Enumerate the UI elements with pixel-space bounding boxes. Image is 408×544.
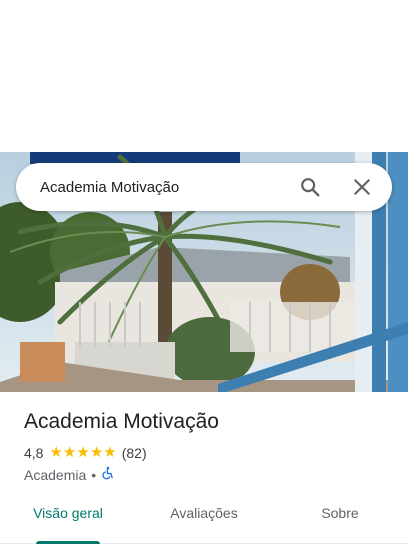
tab-overview-label: Visão geral (33, 505, 103, 521)
reviews-count: (82) (121, 445, 147, 461)
star-icon: ★ (103, 444, 117, 461)
star-icon: ★ (76, 444, 90, 461)
place-page: Academia Motivação Academia Motivação 4,… (0, 0, 408, 544)
star-icon: ★ (49, 444, 63, 461)
place-tabs: Visão geral Avaliações Sobre (0, 498, 408, 544)
category-row: Academia • (24, 466, 115, 483)
map-area-blank (0, 0, 408, 152)
rating-stars: ★ ★ ★ ★ ★ (49, 444, 117, 461)
tab-about[interactable]: Sobre (272, 498, 408, 543)
place-title: Academia Motivação (24, 410, 219, 433)
star-icon: ★ (89, 444, 104, 461)
rating-value: 4,8 (24, 445, 44, 461)
place-category: Academia (24, 466, 87, 483)
close-icon[interactable] (348, 173, 376, 201)
tab-reviews[interactable]: Avaliações (136, 498, 272, 543)
star-icon: ★ (62, 444, 77, 461)
place-info-panel: Academia Motivação 4,8 ★ ★ ★ ★ ★ (82) Ac… (0, 392, 408, 544)
wheelchair-icon (101, 466, 115, 483)
search-bar[interactable]: Academia Motivação (16, 163, 392, 211)
search-icon[interactable] (296, 173, 324, 201)
tab-reviews-label: Avaliações (170, 505, 238, 521)
tab-about-label: Sobre (321, 505, 359, 521)
rating-row[interactable]: 4,8 ★ ★ ★ ★ ★ (82) (24, 445, 147, 461)
search-input[interactable]: Academia Motivação (40, 179, 296, 196)
separator-dot: • (91, 466, 97, 483)
tab-overview[interactable]: Visão geral (0, 498, 136, 544)
